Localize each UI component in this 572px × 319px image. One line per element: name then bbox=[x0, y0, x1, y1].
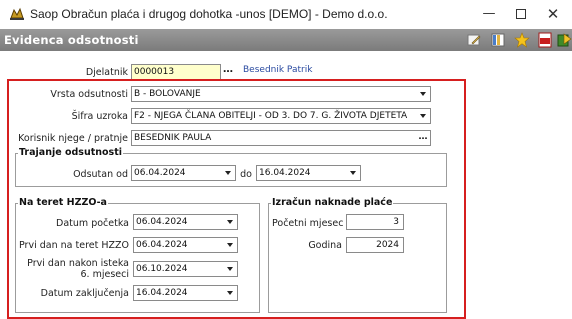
section-title: Evidenca odsotnosti bbox=[4, 33, 139, 47]
prvi-dan-nakon-label-line1: Prvi dan nakon isteka bbox=[27, 258, 129, 269]
datum-pocetka-label: Datum početka bbox=[56, 218, 129, 229]
calendar-dropdown-icon[interactable] bbox=[221, 166, 235, 180]
sifra-uzroka-label: Šifra uzroka bbox=[71, 111, 128, 122]
prvi-dan-nakon-value: 06.10.2024 bbox=[136, 264, 188, 274]
korisnik-njege-value: BESEDNIK PAULA bbox=[134, 133, 212, 143]
odsutan-do-input[interactable]: 16.04.2024 bbox=[256, 165, 361, 181]
datum-pocetka-input[interactable]: 06.04.2024 bbox=[133, 214, 238, 230]
edit-icon[interactable] bbox=[466, 32, 482, 48]
close-button[interactable]: ✕ bbox=[540, 4, 566, 24]
section-header: Evidenca odsotnosti bbox=[0, 29, 572, 51]
prvi-dan-hzzo-input[interactable]: 06.04.2024 bbox=[133, 237, 238, 253]
prvi-dan-nakon-label: Prvi dan nakon isteka 6. mjeseci bbox=[16, 258, 129, 280]
prvi-dan-hzzo-value: 06.04.2024 bbox=[136, 240, 188, 250]
odsutan-do-value: 16.04.2024 bbox=[259, 168, 311, 178]
calendar-dropdown-icon[interactable] bbox=[223, 286, 237, 300]
datum-pocetka-value: 06.04.2024 bbox=[136, 217, 188, 227]
prvi-dan-hzzo-label: Prvi dan na teret HZZO bbox=[19, 240, 129, 251]
datum-zakljucenja-value: 16.04.2024 bbox=[136, 288, 188, 298]
calendar-dropdown-icon[interactable] bbox=[223, 238, 237, 252]
maximize-icon bbox=[516, 8, 526, 19]
calendar-dropdown-icon[interactable] bbox=[223, 262, 237, 276]
odsutan-od-input[interactable]: 06.04.2024 bbox=[131, 165, 236, 181]
vrsta-odsutnosti-select[interactable]: B - BOLOVANJE bbox=[131, 86, 431, 102]
djelatnik-lookup-button[interactable]: … bbox=[223, 64, 233, 75]
djelatnik-name-link[interactable]: Besednik Patrik bbox=[243, 65, 312, 75]
app-logo-icon bbox=[10, 7, 24, 20]
prvi-dan-nakon-label-line2: 6. mjeseci bbox=[80, 269, 129, 280]
do-label: do bbox=[240, 169, 252, 180]
izracun-legend: Izračun naknade plaće bbox=[271, 197, 394, 208]
sifra-uzroka-select[interactable]: F2 - NJEGA ČLANA OBITELJI - OD 3. DO 7. … bbox=[131, 108, 431, 124]
trajanje-legend: Trajanje odsutnosti bbox=[18, 147, 123, 158]
chevron-down-icon[interactable] bbox=[416, 109, 430, 123]
hzzo-legend: Na teret HZZO-a bbox=[18, 197, 108, 208]
prvi-dan-nakon-input[interactable]: 06.10.2024 bbox=[133, 261, 238, 277]
datum-zakljucenja-input[interactable]: 16.04.2024 bbox=[133, 285, 238, 301]
odsutan-od-label: Odsutan od bbox=[73, 169, 128, 180]
star-icon[interactable] bbox=[514, 32, 530, 48]
export-icon[interactable] bbox=[556, 32, 572, 48]
columns-icon[interactable] bbox=[490, 32, 506, 48]
godina-label: Godina bbox=[308, 240, 342, 251]
pdf-icon[interactable] bbox=[537, 32, 553, 48]
datum-zakljucenja-label: Datum zaključenja bbox=[40, 288, 129, 299]
vrsta-odsutnosti-label: Vrsta odsutnosti bbox=[50, 89, 128, 100]
window-title: Saop Obračun plaća i drugog dohotka -uno… bbox=[30, 7, 388, 21]
calendar-dropdown-icon[interactable] bbox=[223, 215, 237, 229]
calendar-dropdown-icon[interactable] bbox=[346, 166, 360, 180]
godina-input[interactable]: 2024 bbox=[346, 237, 404, 253]
minimize-button[interactable]: — bbox=[476, 4, 502, 24]
pocetni-mjesec-input[interactable]: 3 bbox=[346, 214, 404, 230]
vrsta-odsutnosti-value: B - BOLOVANJE bbox=[134, 89, 201, 99]
chevron-down-icon[interactable] bbox=[416, 87, 430, 101]
pocetni-mjesec-label: Početni mjesec bbox=[272, 218, 344, 229]
djelatnik-label: Djelatnik bbox=[85, 67, 128, 78]
korisnik-lookup-button[interactable]: … bbox=[416, 131, 430, 145]
korisnik-njege-input[interactable]: BESEDNIK PAULA … bbox=[131, 130, 431, 146]
maximize-button[interactable] bbox=[508, 4, 534, 24]
title-bar: Saop Obračun plaća i drugog dohotka -uno… bbox=[0, 0, 572, 28]
korisnik-njege-label: Korisnik njege / pratnje bbox=[18, 133, 128, 144]
odsutan-od-value: 06.04.2024 bbox=[134, 168, 186, 178]
djelatnik-input[interactable]: 0000013 bbox=[131, 64, 221, 80]
sifra-uzroka-value: F2 - NJEGA ČLANA OBITELJI - OD 3. DO 7. … bbox=[134, 111, 408, 121]
